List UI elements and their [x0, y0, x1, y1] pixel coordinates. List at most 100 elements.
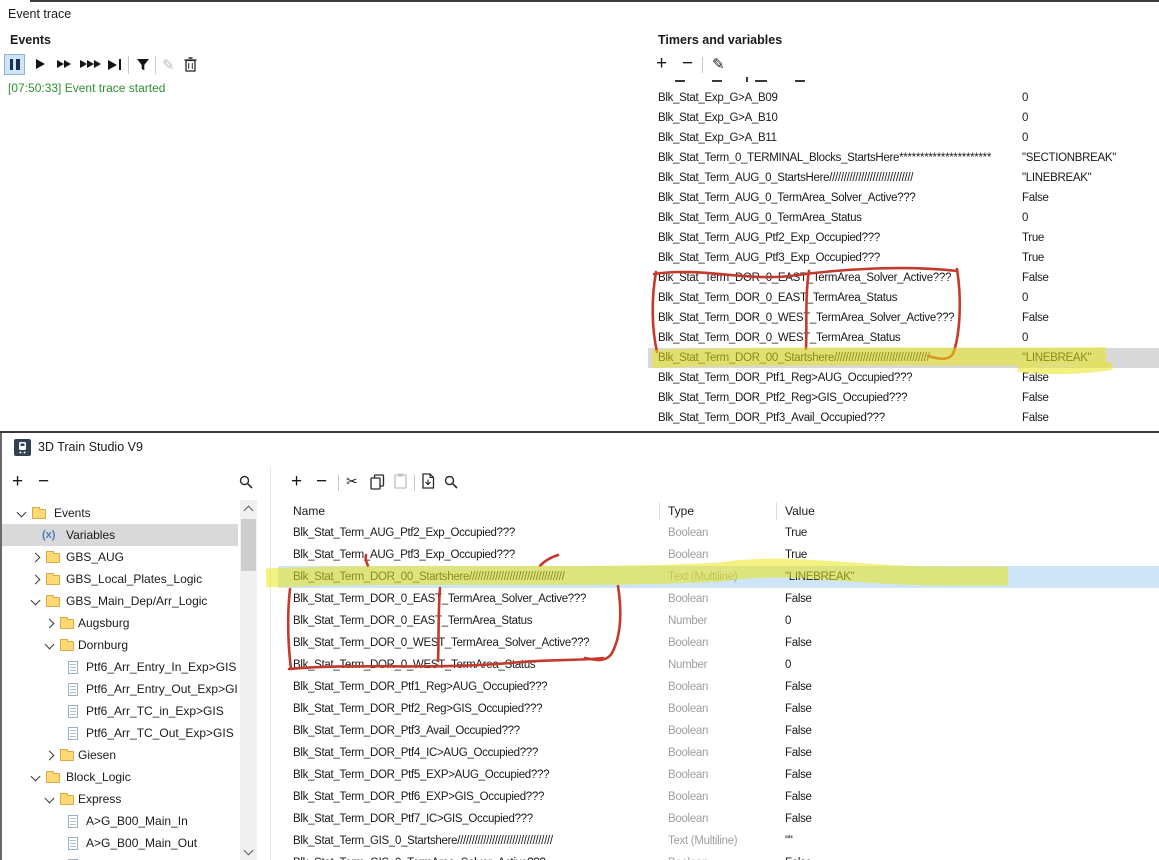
fastest-forward-button[interactable] — [80, 60, 101, 68]
timer-variable-row[interactable]: Blk_Stat_Term_DOR_00_Startshere/////////… — [648, 348, 1159, 368]
table-row[interactable]: Blk_Stat_Term_DOR_Ptf1_Reg>AUG_Occupied?… — [278, 676, 1159, 698]
timer-variable-row[interactable]: Blk_Stat_Term_DOR_0_EAST_TermArea_Status… — [648, 288, 1159, 308]
tree-item-block-logic[interactable]: Block_Logic — [2, 766, 238, 788]
timer-variable-row[interactable]: Blk_Stat_Exp_G>A_B10 0 — [648, 108, 1159, 128]
column-header-name[interactable]: Name — [293, 500, 325, 522]
tree-scrollbar[interactable] — [240, 500, 257, 860]
table-add-button[interactable]: + — [291, 472, 302, 491]
copy-button[interactable] — [370, 474, 385, 495]
tree-search-button[interactable] — [239, 475, 253, 494]
chevron-expanded-icon[interactable] — [44, 793, 55, 804]
variable-type: Text (Multiline) — [668, 571, 738, 583]
table-row[interactable]: Blk_Stat_Term_DOR_0_EAST_TermArea_Solver… — [278, 588, 1159, 610]
column-header-type[interactable]: Type — [668, 500, 694, 522]
variable-type: Number — [668, 615, 708, 627]
tree-item-a-g-b01-main-in[interactable]: A>G_B01_Main_In — [2, 854, 238, 860]
variable-name: Blk_Stat_Term_DOR_Ptf2_Reg>GIS_Occupied?… — [658, 392, 908, 404]
filter-icon — [137, 59, 149, 71]
variable-name: Blk_Stat_Term_AUG_Ptf3_Exp_Occupied??? — [658, 252, 880, 264]
remove-variable-button[interactable]: − — [682, 54, 693, 73]
tree-item-ptf6-arr-entry-out-exp-gis[interactable]: Ptf6_Arr_Entry_Out_Exp>GIS — [2, 678, 238, 700]
timer-variable-row[interactable]: Blk_Stat_Term_AUG_Ptf3_Exp_Occupied??? Tr… — [648, 248, 1159, 268]
add-variable-button[interactable]: + — [656, 54, 667, 73]
tree-item-gbs-aug[interactable]: GBS_AUG — [2, 546, 238, 568]
variable-name: Blk_Stat_Exp_G>A_B09 — [658, 92, 778, 104]
table-row[interactable]: Blk_Stat_Term_DOR_0_WEST_TermArea_Status… — [278, 654, 1159, 676]
timer-variable-row[interactable]: Blk_Stat_Term_DOR_Ptf2_Reg>GIS_Occupied?… — [648, 388, 1159, 408]
chevron-expanded-icon[interactable] — [16, 507, 27, 518]
tree-add-button[interactable]: + — [12, 472, 23, 491]
table-row[interactable]: Blk_Stat_Term_DOR_0_EAST_TermArea_Status… — [278, 610, 1159, 632]
tree-item-ptf6-arr-tc-in-exp-gis[interactable]: Ptf6_Arr_TC_in_Exp>GIS — [2, 700, 238, 722]
table-row[interactable]: Blk_Stat_Term_DOR_Ptf2_Reg>GIS_Occupied?… — [278, 698, 1159, 720]
tree-item-ptf6-arr-entry-in-exp-gis[interactable]: Ptf6_Arr_Entry_In_Exp>GIS — [2, 656, 238, 678]
edit-variable-button[interactable]: ✎ — [712, 55, 725, 73]
tree-item-variables[interactable]: (x) Variables — [2, 524, 238, 546]
tree-item-ptf6-arr-tc-out-exp-gis[interactable]: Ptf6_Arr_TC_Out_Exp>GIS — [2, 722, 238, 744]
timer-variable-row[interactable]: Blk_Stat_Term_DOR_0_EAST_TermArea_Solver… — [648, 268, 1159, 288]
timer-variable-row[interactable]: Blk_Stat_Term_DOR_Ptf1_Reg>AUG_Occupied?… — [648, 368, 1159, 388]
chevron-collapsed-icon[interactable] — [44, 750, 55, 761]
table-row[interactable]: Blk_Stat_Term_DOR_00_Startshere/////////… — [278, 566, 1159, 588]
filter-button[interactable] — [136, 58, 150, 77]
tree-item-gbs-main-dep-arr-logic[interactable]: GBS_Main_Dep/Arr_Logic — [2, 590, 238, 612]
table-search-button[interactable] — [444, 475, 458, 494]
scroll-down-button[interactable] — [240, 843, 257, 860]
table-row[interactable]: Blk_Stat_Term_DOR_Ptf6_EXP>GIS_Occupied?… — [278, 786, 1159, 808]
edit-button-disabled[interactable]: ✎ — [162, 56, 175, 74]
table-row[interactable]: Blk_Stat_Term_DOR_Ptf5_EXP>AUG_Occupied?… — [278, 764, 1159, 786]
timer-variable-row[interactable]: Blk_Stat_Term_AUG_0_StartsHere//////////… — [648, 168, 1159, 188]
tree-item-dornburg[interactable]: Dornburg — [2, 634, 238, 656]
timer-variable-row[interactable]: Blk_Stat_Term_DOR_0_WEST_TermArea_Solver… — [648, 308, 1159, 328]
timer-variable-row[interactable]: Blk_Stat_Term_AUG_0_TermArea_Status 0 — [648, 208, 1159, 228]
timer-variable-row[interactable]: Blk_Stat_Term_AUG_0_TermArea_Solver_Acti… — [648, 188, 1159, 208]
table-row[interactable]: Blk_Stat_Term_DOR_Ptf4_IC>AUG_Occupied??… — [278, 742, 1159, 764]
chevron-expanded-icon[interactable] — [30, 771, 41, 782]
fast-forward-button[interactable] — [57, 60, 71, 68]
variable-value: 0 — [1022, 112, 1029, 124]
chevron-collapsed-icon[interactable] — [30, 552, 41, 563]
step-to-end-button[interactable] — [108, 59, 121, 70]
table-row[interactable]: Blk_Stat_Term_AUG_Ptf2_Exp_Occupied??? Bo… — [278, 522, 1159, 544]
variable-name: Blk_Stat_Term_AUG_0_StartsHere//////////… — [658, 172, 914, 184]
timer-variable-row[interactable]: Blk_Stat_Exp_G>A_B11 0 — [648, 128, 1159, 148]
chevron-collapsed-icon[interactable] — [30, 574, 41, 585]
table-row[interactable]: Blk_Stat_Term_DOR_0_WEST_TermArea_Solver… — [278, 632, 1159, 654]
tree-remove-button[interactable]: − — [38, 472, 49, 491]
tree-item-express[interactable]: Express — [2, 788, 238, 810]
tree-item-a-g-b00-main-out[interactable]: A>G_B00_Main_Out — [2, 832, 238, 854]
pause-button[interactable] — [4, 54, 25, 75]
table-header: Name Type Value — [278, 500, 1159, 522]
table-row[interactable]: Blk_Stat_Term_GIS_0_TermArea_Solver_Acti… — [278, 852, 1159, 860]
timer-variable-row[interactable]: Blk_Stat_Exp_G>A_B09 0 — [648, 88, 1159, 108]
scroll-up-button[interactable] — [240, 500, 257, 517]
table-row[interactable]: Blk_Stat_Term_GIS_0_Startshere//////////… — [278, 830, 1159, 852]
tree-item-gbs-local-plates-logic[interactable]: GBS_Local_Plates_Logic — [2, 568, 238, 590]
paste-button-disabled[interactable] — [394, 473, 407, 494]
table-row[interactable]: Blk_Stat_Term_DOR_Ptf3_Avail_Occupied???… — [278, 720, 1159, 742]
timer-variable-row[interactable]: Blk_Stat_Term_DOR_Ptf3_Avail_Occupied???… — [648, 408, 1159, 428]
variable-name: Blk_Stat_Term_AUG_0_TermArea_Status — [658, 212, 862, 224]
table-row[interactable]: Blk_Stat_Term_AUG_Ptf3_Exp_Occupied??? Bo… — [278, 544, 1159, 566]
timer-variable-row[interactable]: Blk_Stat_Term_DOR_0_WEST_TermArea_Status… — [648, 328, 1159, 348]
cut-button[interactable]: ✂ — [346, 473, 358, 490]
timer-variable-row[interactable]: Blk_Stat_Term_AUG_Ptf2_Exp_Occupied??? Tr… — [648, 228, 1159, 248]
tree-item-augsburg[interactable]: Augsburg — [2, 612, 238, 634]
tree-item-events[interactable]: Events — [2, 502, 238, 524]
chevron-expanded-icon[interactable] — [30, 595, 41, 606]
tree-item-a-g-b00-main-in[interactable]: A>G_B00_Main_In — [2, 810, 238, 832]
play-button[interactable] — [36, 59, 45, 69]
tree-item-giesen[interactable]: Giesen — [2, 744, 238, 766]
chevron-expanded-icon[interactable] — [44, 639, 55, 650]
event-trace-window: Event trace Events ✎ [07:50:33] Event tr… — [0, 0, 1159, 431]
table-row[interactable]: Blk_Stat_Term_DOR_Ptf7_IC>GIS_Occupied??… — [278, 808, 1159, 830]
scrollbar-thumb[interactable] — [241, 519, 256, 571]
timers-variables-list: Blk_Stat_Exp_G>A_B09 0 Blk_Stat_Exp_G>A_B1… — [648, 88, 1159, 431]
delete-button[interactable] — [184, 57, 197, 77]
timer-variable-row[interactable]: Blk_Stat_Term_0_TERMINAL_Blocks_StartsHe… — [648, 148, 1159, 168]
new-document-button[interactable] — [421, 473, 435, 494]
column-header-value[interactable]: Value — [785, 500, 815, 522]
chevron-collapsed-icon[interactable] — [44, 618, 55, 629]
variable-type: Boolean — [668, 747, 709, 759]
table-remove-button[interactable]: − — [316, 472, 327, 491]
